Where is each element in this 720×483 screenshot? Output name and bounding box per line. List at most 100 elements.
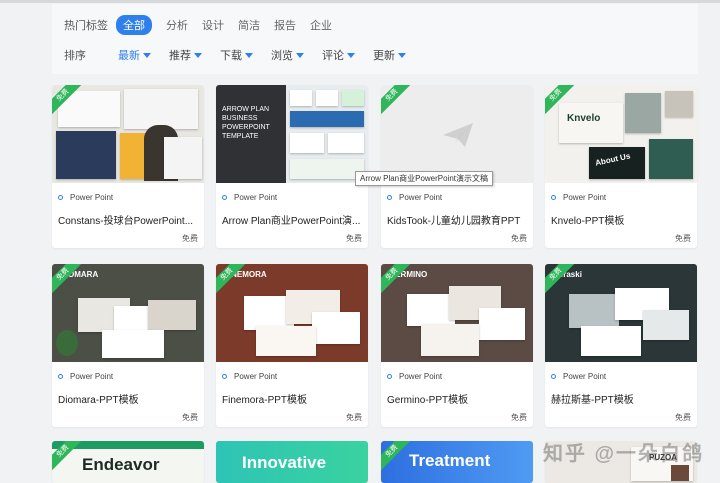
thumb-title: Treatment [409, 451, 491, 470]
category-label: Power Point [222, 372, 277, 381]
tag-all[interactable]: 全部 [116, 15, 152, 35]
template-thumbnail[interactable]: 免费 [52, 85, 204, 183]
template-title[interactable]: 赫拉斯基-PPT模板 [551, 391, 693, 406]
template-card[interactable]: Knvelo About Us 免费 Power Point Knvelo-PP… [545, 85, 697, 248]
tag-design[interactable]: 设计 [202, 17, 224, 33]
template-thumbnail[interactable]: DIOMARA 免费 [52, 264, 204, 362]
circle-icon [551, 374, 556, 379]
circle-icon [387, 374, 392, 379]
template-title[interactable]: Arrow Plan商业PowerPoint演... [222, 212, 364, 227]
price-label: 免费 [346, 413, 362, 422]
category-label: Power Point [58, 193, 113, 202]
circle-icon [58, 374, 63, 379]
price-label: 免费 [346, 234, 362, 243]
template-thumbnail[interactable]: ARROW PLAN BUSINESS POWERPOINT TEMPLATE [216, 85, 368, 183]
category-text: Power Point [563, 193, 607, 202]
category-text: Power Point [70, 372, 114, 381]
sort-recommended-label: 推荐 [169, 50, 191, 62]
tag-enterprise[interactable]: 企业 [310, 17, 332, 33]
template-title[interactable]: Diomara-PPT模板 [58, 391, 200, 406]
title-tooltip: Arrow Plan商业PowerPoint演示文稿 [355, 171, 494, 186]
top-divider [0, 0, 720, 3]
template-card[interactable]: DIOMARA 免费 Power Point Diomara-PPT模板 免费 [52, 264, 204, 427]
free-ribbon: 免费 [545, 264, 579, 297]
template-thumbnail[interactable]: Innovative [216, 441, 368, 483]
template-card[interactable]: 免费 Power Point Constans-投球台PowerPoint...… [52, 85, 204, 248]
chevron-down-icon [143, 52, 151, 58]
template-thumbnail[interactable]: FINEMORA 免费 [216, 264, 368, 362]
template-title[interactable]: Finemora-PPT模板 [222, 391, 364, 406]
tag-simple[interactable]: 简洁 [238, 17, 260, 33]
circle-icon [222, 195, 227, 200]
template-thumbnail[interactable]: GERMINO 免费 [381, 264, 533, 362]
price-label: 免费 [182, 234, 198, 243]
category-text: Power Point [70, 193, 114, 202]
sort-updated[interactable]: 更新 [373, 47, 406, 63]
category-label: Power Point [387, 193, 442, 202]
sort-label: 排序 [64, 50, 86, 62]
tag-filter-row: 热门标签 全部 分析 设计 简洁 报告 企业 [64, 15, 346, 35]
free-ribbon: 免费 [381, 264, 415, 297]
thumb-title: Innovative [242, 453, 327, 472]
sort-recommended[interactable]: 推荐 [169, 47, 202, 63]
sort-downloads-label: 下载 [220, 50, 242, 62]
category-label: Power Point [58, 372, 113, 381]
template-thumbnail[interactable]: 免费 [381, 85, 533, 183]
chevron-down-icon [398, 52, 406, 58]
template-card[interactable]: Heraski 免费 Power Point 赫拉斯基-PPT模板 免费 [545, 264, 697, 427]
template-thumbnail[interactable]: Endeavor 免费 [52, 441, 204, 483]
circle-icon [551, 195, 556, 200]
template-thumbnail[interactable]: Treatment 免费 [381, 441, 533, 483]
circle-icon [387, 195, 392, 200]
thumb-title: Endeavor [82, 455, 160, 474]
tag-report[interactable]: 报告 [274, 17, 296, 33]
category-label: Power Point [551, 372, 606, 381]
category-label: Power Point [387, 372, 442, 381]
thumb-title: Knvelo [567, 113, 601, 124]
sort-views[interactable]: 浏览 [271, 47, 304, 63]
template-title[interactable]: KidsTook-儿童幼儿园教育PPT [387, 212, 529, 227]
tag-analysis[interactable]: 分析 [166, 17, 188, 33]
category-text: Power Point [563, 372, 607, 381]
sort-latest-label: 最新 [118, 50, 140, 62]
chevron-down-icon [347, 52, 355, 58]
template-thumbnail[interactable]: Heraski 免费 [545, 264, 697, 362]
category-label: Power Point [222, 193, 277, 202]
chevron-down-icon [296, 52, 304, 58]
category-text: Power Point [234, 193, 278, 202]
sort-latest[interactable]: 最新 [118, 47, 151, 63]
sort-views-label: 浏览 [271, 50, 293, 62]
circle-icon [222, 374, 227, 379]
template-card[interactable]: GERMINO 免费 Power Point Germino-PPT模板 免费 [381, 264, 533, 427]
category-text: Power Point [399, 193, 443, 202]
thumb-title: ARROW PLAN BUSINESS POWERPOINT TEMPLATE [222, 106, 270, 140]
template-card[interactable]: 免费 Power Point KidsTook-儿童幼儿园教育PPT 免费 [381, 85, 533, 248]
sort-downloads[interactable]: 下载 [220, 47, 253, 63]
template-thumbnail[interactable]: Knvelo About Us 免费 [545, 85, 697, 183]
paper-plane-icon [443, 123, 473, 147]
price-label: 免费 [511, 413, 527, 422]
price-label: 免费 [675, 413, 691, 422]
template-card[interactable]: Endeavor 免费 [52, 441, 204, 483]
category-text: Power Point [399, 372, 443, 381]
sort-updated-label: 更新 [373, 50, 395, 62]
watermark: 知乎 @一朵白鸽 [542, 443, 704, 465]
template-title[interactable]: Knvelo-PPT模板 [551, 212, 693, 227]
template-card[interactable]: FINEMORA 免费 Power Point Finemora-PPT模板 免… [216, 264, 368, 427]
sort-row: 排序 最新 推荐 下载 浏览 评论 更新 [64, 47, 424, 63]
filter-panel: 热门标签 全部 分析 设计 简洁 报告 企业 排序 最新 推荐 下载 浏览 评论… [52, 4, 698, 74]
circle-icon [58, 195, 63, 200]
category-text: Power Point [234, 372, 278, 381]
chevron-down-icon [194, 52, 202, 58]
template-card[interactable]: Innovative [216, 441, 368, 483]
template-card[interactable]: Treatment 免费 [381, 441, 533, 483]
price-label: 免费 [182, 413, 198, 422]
free-ribbon: 免费 [216, 264, 250, 297]
price-label: 免费 [675, 234, 691, 243]
template-title[interactable]: Constans-投球台PowerPoint... [58, 212, 200, 227]
template-card[interactable]: ARROW PLAN BUSINESS POWERPOINT TEMPLATE … [216, 85, 368, 248]
price-label: 免费 [511, 234, 527, 243]
template-title[interactable]: Germino-PPT模板 [387, 391, 529, 406]
sort-comments-label: 评论 [322, 50, 344, 62]
sort-comments[interactable]: 评论 [322, 47, 355, 63]
